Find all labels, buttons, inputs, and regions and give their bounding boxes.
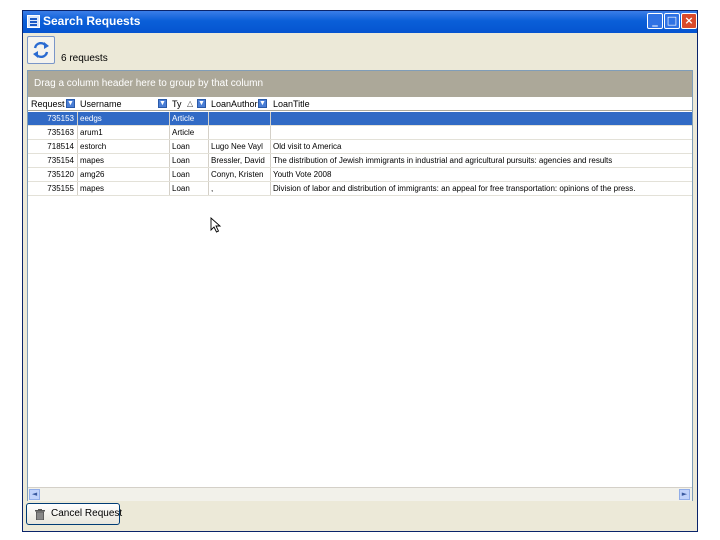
cell-request: 735153	[47, 114, 74, 123]
window-title: Search Requests	[43, 14, 141, 28]
close-button[interactable]: ×	[681, 13, 697, 29]
header-loan-title[interactable]: LoanTitle	[270, 98, 690, 110]
column-separator	[208, 168, 209, 182]
column-separator	[169, 126, 170, 140]
horizontal-scrollbar[interactable]: ◄ ►	[28, 487, 692, 501]
column-separator	[208, 182, 209, 196]
cell-title: Youth Vote 2008	[273, 170, 332, 179]
scroll-left-icon[interactable]: ◄	[29, 489, 40, 500]
header-label: Ty	[172, 99, 182, 109]
header-divider	[28, 110, 692, 111]
column-separator	[77, 112, 78, 126]
cell-title: Division of labor and distribution of im…	[273, 184, 636, 193]
requests-grid: Drag a column header here to group by th…	[27, 70, 693, 501]
trash-icon	[35, 509, 45, 520]
column-separator	[270, 182, 271, 196]
sort-ascending-icon: △	[187, 99, 194, 108]
cell-username: arum1	[80, 128, 103, 137]
column-separator	[270, 126, 271, 140]
cell-username: amg26	[80, 170, 105, 179]
header-label: LoanAuthor	[211, 99, 258, 109]
header-type[interactable]: Ty △ ▼	[169, 98, 208, 110]
cell-username: estorch	[80, 142, 107, 151]
cell-username: mapes	[80, 184, 105, 193]
column-separator	[169, 154, 170, 168]
column-separator	[270, 168, 271, 182]
cell-title	[273, 126, 690, 140]
filter-dropdown-icon[interactable]: ▼	[66, 99, 75, 108]
cell-author: Lugo Nee Vayl	[211, 142, 263, 151]
cell-type: Loan	[172, 142, 190, 151]
column-separator	[208, 126, 209, 140]
cell-request: 718514	[47, 142, 74, 151]
header-label: Request	[31, 99, 65, 109]
cell-request: 735155	[47, 184, 74, 193]
group-by-hint: Drag a column header here to group by th…	[34, 78, 264, 89]
search-requests-window: Search Requests _ □ × 6 requests Drag a …	[22, 10, 698, 532]
column-separator	[270, 112, 271, 126]
filter-dropdown-icon[interactable]: ▼	[197, 99, 206, 108]
table-row[interactable]: 735153 eedgs Article	[28, 112, 692, 126]
minimize-button[interactable]: _	[647, 13, 663, 29]
refresh-icon	[33, 41, 49, 59]
filter-dropdown-icon[interactable]: ▼	[258, 99, 267, 108]
cell-author: Conyn, Kristen	[211, 170, 264, 179]
column-headers: Request ▼ Username ▼ Ty △ ▼ LoanAuthor ▼…	[28, 98, 692, 110]
cell-username: mapes	[80, 156, 105, 165]
header-username[interactable]: Username ▼	[77, 98, 169, 110]
column-separator	[270, 140, 271, 154]
mouse-cursor-icon	[210, 217, 222, 233]
column-separator	[169, 112, 170, 126]
cell-request: 735154	[47, 156, 74, 165]
scroll-thumb[interactable]	[42, 489, 676, 500]
table-row[interactable]: 735120 amg26 Loan Conyn, Kristen Youth Vote …	[28, 168, 692, 182]
cell-type: Article	[172, 128, 195, 137]
cell-type: Loan	[172, 156, 190, 165]
table-row[interactable]: 735155 mapes Loan, Division of labor and di…	[28, 182, 692, 196]
cell-request: 735120	[47, 170, 74, 179]
cell-author	[211, 126, 269, 140]
cell-author: ,	[211, 184, 214, 193]
header-label: Username	[80, 99, 122, 109]
header-label: LoanTitle	[273, 99, 310, 109]
cell-title	[273, 112, 690, 126]
column-separator	[270, 154, 271, 168]
title-bar[interactable]: Search Requests _ □ ×	[23, 11, 697, 33]
cell-author: Bressler, David	[211, 156, 265, 165]
cancel-request-label: Cancel Request	[51, 508, 123, 519]
column-separator	[169, 182, 170, 196]
cell-request: 735163	[47, 128, 74, 137]
header-loan-author[interactable]: LoanAuthor ▼	[208, 98, 270, 110]
table-row[interactable]: 735163 arum1 Article	[28, 126, 692, 140]
request-count: 6 requests	[61, 53, 108, 64]
cancel-request-button[interactable]: Cancel Request	[26, 503, 123, 525]
cell-type: Loan	[172, 170, 190, 179]
group-by-panel[interactable]: Drag a column header here to group by th…	[28, 71, 692, 97]
table-row[interactable]: 735154 mapes Loan Bressler, David The distri…	[28, 154, 692, 168]
cell-author	[211, 112, 269, 126]
maximize-button[interactable]: □	[664, 13, 680, 29]
column-separator	[77, 182, 78, 196]
column-separator	[208, 140, 209, 154]
column-separator	[77, 126, 78, 140]
window-app-icon	[27, 15, 40, 28]
row-divider	[28, 195, 692, 196]
column-separator	[208, 154, 209, 168]
column-separator	[208, 112, 209, 126]
table-row[interactable]: 718514 estorch Loan Lugo Nee Vayl Old visit …	[28, 140, 692, 154]
refresh-button[interactable]	[27, 36, 55, 64]
column-separator	[77, 140, 78, 154]
column-separator	[169, 140, 170, 154]
cell-title: Old visit to America	[273, 142, 342, 151]
header-request[interactable]: Request ▼	[28, 98, 77, 110]
column-separator	[169, 168, 170, 182]
cell-title: The distribution of Jewish immigrants in…	[273, 156, 613, 165]
cell-username: eedgs	[80, 114, 102, 123]
cell-type: Loan	[172, 184, 190, 193]
scroll-right-icon[interactable]: ►	[679, 489, 690, 500]
filter-dropdown-icon[interactable]: ▼	[158, 99, 167, 108]
column-separator	[77, 154, 78, 168]
cell-type: Article	[172, 114, 195, 123]
column-separator	[77, 168, 78, 182]
